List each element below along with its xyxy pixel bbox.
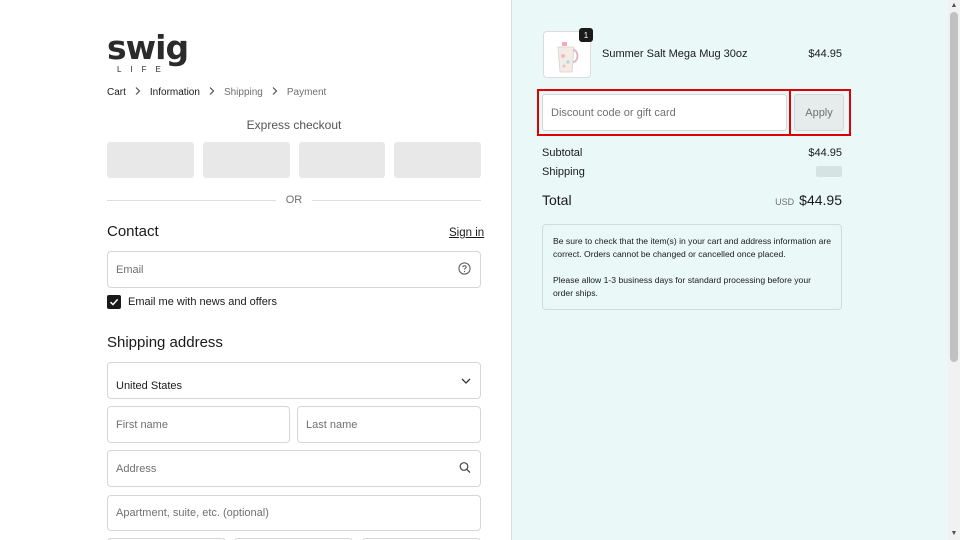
- breadcrumb-shipping: Shipping: [223, 87, 263, 98]
- product-name: Summer Salt Mega Mug 30oz: [602, 48, 748, 60]
- chevron-right-icon: [272, 87, 278, 98]
- last-name-field[interactable]: Last name: [297, 406, 481, 443]
- subtotal-label: Subtotal: [542, 147, 583, 159]
- country-select[interactable]: United States: [107, 362, 481, 399]
- apply-discount-button[interactable]: Apply: [794, 94, 844, 131]
- discount-placeholder: Discount code or gift card: [551, 106, 676, 119]
- breadcrumb: Cart Information Shipping Payment: [107, 87, 326, 98]
- express-checkout-title: Express checkout: [246, 118, 342, 132]
- help-circle-icon[interactable]: [458, 261, 471, 278]
- discount-code-input[interactable]: Discount code or gift card: [542, 94, 787, 131]
- search-icon: [459, 461, 471, 476]
- brand-logo[interactable]: swig LIFE: [107, 30, 197, 76]
- newsletter-option[interactable]: Email me with news and offers: [107, 295, 277, 309]
- last-name-placeholder: Last name: [306, 418, 358, 431]
- express-pay-button-4[interactable]: [394, 142, 481, 178]
- currency-code: USD: [775, 197, 795, 207]
- subtotal-value: $44.95: [808, 147, 842, 159]
- shipping-value-placeholder: [816, 166, 842, 177]
- shipping-address-heading: Shipping address: [107, 334, 223, 351]
- quantity-badge: 1: [579, 28, 593, 42]
- breadcrumb-cart[interactable]: Cart: [107, 87, 126, 98]
- address-placeholder: Address: [116, 462, 157, 475]
- scroll-up-icon[interactable]: ▲: [950, 1, 958, 11]
- or-label: OR: [285, 194, 303, 206]
- total-amount: $44.95: [799, 192, 842, 208]
- newsletter-label: Email me with news and offers: [128, 296, 277, 308]
- newsletter-checkbox[interactable]: [107, 295, 121, 309]
- express-pay-button-2[interactable]: [202, 142, 290, 178]
- checkout-form-panel: swig LIFE Cart Information Shipping Paym…: [0, 0, 511, 540]
- express-pay-button-3[interactable]: [298, 142, 386, 178]
- notice-text-1: Be sure to check that the item(s) in you…: [553, 236, 831, 259]
- or-divider: OR: [107, 194, 481, 206]
- chevron-right-icon: [135, 87, 141, 98]
- scroll-down-icon[interactable]: ▼: [950, 529, 958, 539]
- breadcrumb-payment: Payment: [286, 87, 327, 98]
- order-notice: Be sure to check that the item(s) in you…: [542, 224, 842, 310]
- chevron-down-icon: [461, 375, 471, 387]
- divider-line: [107, 199, 276, 201]
- express-pay-button-1[interactable]: [107, 142, 194, 178]
- apartment-placeholder: Apartment, suite, etc. (optional): [116, 507, 269, 519]
- express-checkout-buttons: [107, 142, 481, 178]
- logo-wordmark: swig: [107, 28, 189, 67]
- total-label: Total: [542, 192, 572, 208]
- divider-line: [312, 199, 481, 201]
- country-value: United States: [116, 379, 183, 392]
- apartment-field[interactable]: Apartment, suite, etc. (optional): [107, 495, 481, 531]
- first-name-field[interactable]: First name: [107, 406, 290, 443]
- first-name-placeholder: First name: [116, 418, 168, 431]
- chevron-right-icon: [209, 87, 215, 98]
- address-field[interactable]: Address: [107, 450, 481, 487]
- page-scrollbar[interactable]: ▲ ▼: [948, 0, 960, 540]
- logo-subtext: LIFE: [117, 65, 170, 74]
- product-price: $44.95: [808, 48, 842, 60]
- email-placeholder: Email: [116, 263, 144, 276]
- shipping-label: Shipping: [542, 166, 585, 178]
- notice-text-2: Please allow 1-3 business days for stand…: [553, 275, 811, 298]
- breadcrumb-information: Information: [149, 87, 200, 98]
- contact-heading: Contact: [107, 223, 159, 240]
- sign-in-link[interactable]: Sign in: [449, 227, 484, 239]
- email-field[interactable]: Email: [107, 251, 481, 288]
- total-value: USD $44.95: [700, 192, 842, 208]
- scrollbar-thumb[interactable]: [950, 12, 958, 362]
